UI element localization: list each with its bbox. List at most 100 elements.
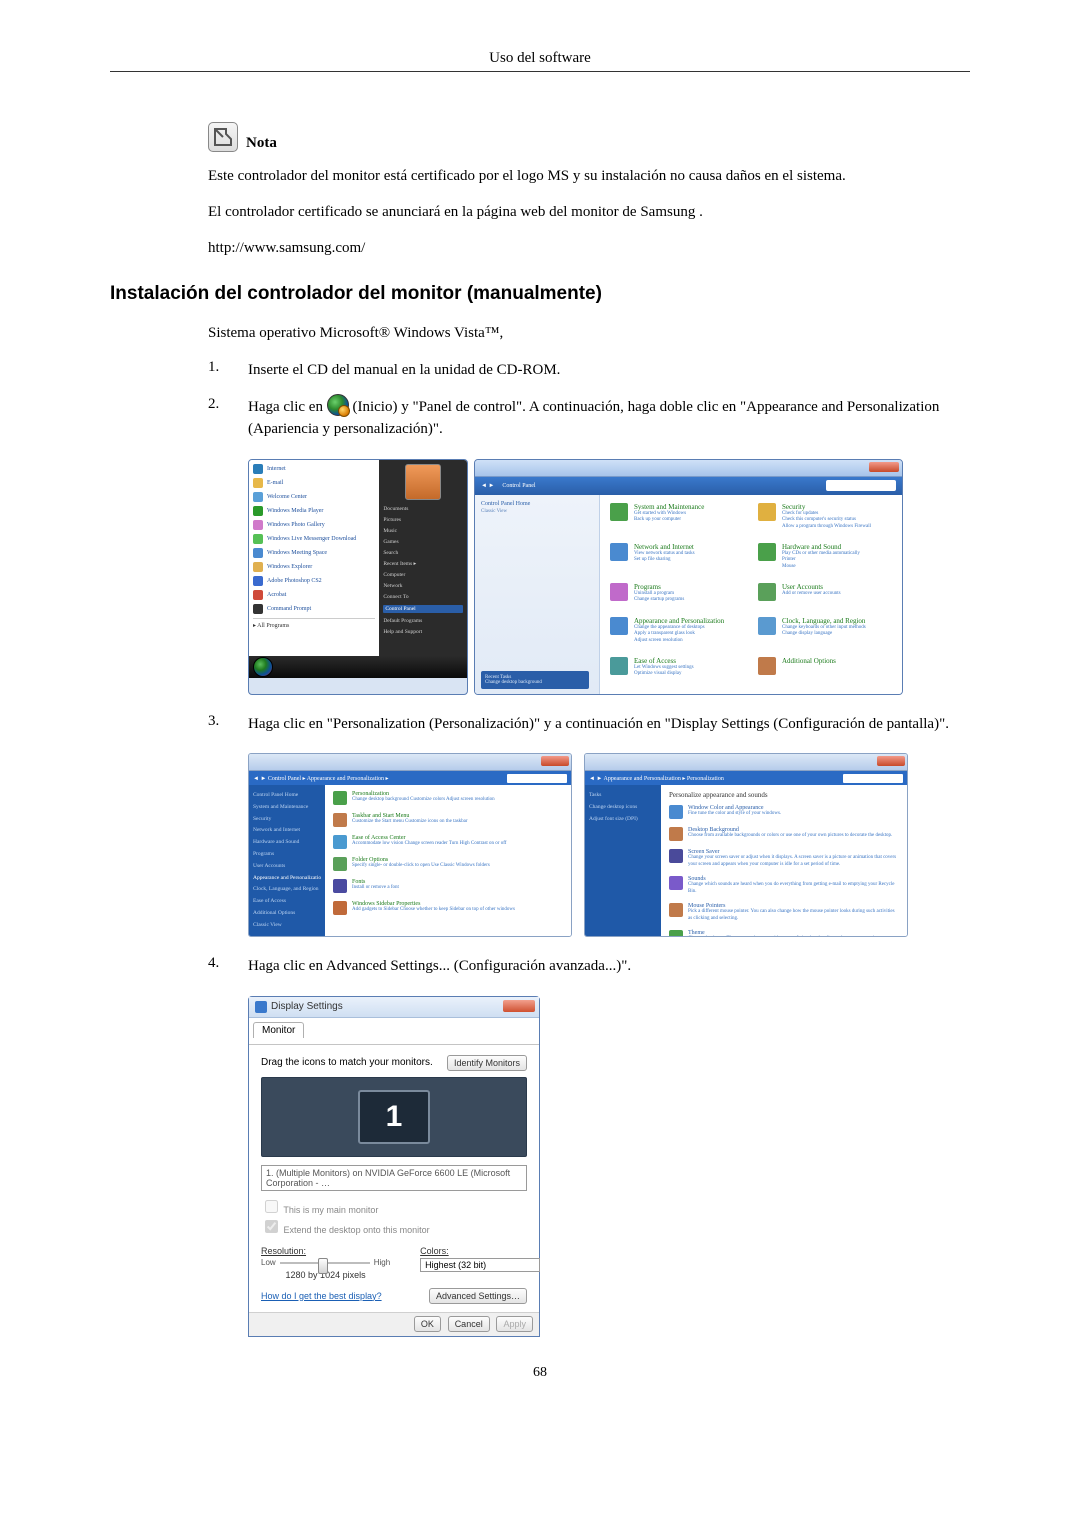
sidebar-item[interactable]: System and Maintenance — [253, 803, 321, 812]
personalization-item[interactable]: Desktop BackgroundChoose from available … — [669, 827, 899, 841]
search-input[interactable] — [826, 480, 896, 491]
colors-select[interactable]: Highest (32 bit) — [420, 1258, 540, 1272]
cancel-button[interactable]: Cancel — [448, 1316, 490, 1332]
control-panel-category[interactable]: Clock, Language, and RegionChange keyboa… — [758, 617, 892, 653]
appearance-items: PersonalizationChange desktop background… — [325, 785, 571, 937]
sidebar-item[interactable]: Appearance and Personalization — [253, 874, 321, 883]
start-menu-right-item[interactable]: Documents — [383, 506, 463, 512]
all-programs[interactable]: ▸ All Programs — [253, 618, 375, 629]
address-bar: ◄ ► Control Panel ▸ Appearance and Perso… — [249, 771, 571, 785]
start-menu-right-item[interactable]: Connect To — [383, 594, 463, 600]
start-menu-right-item[interactable]: Recent Items ▸ — [383, 561, 463, 567]
start-menu-item[interactable]: E-mail — [253, 478, 375, 488]
sidebar-item[interactable]: Clock, Language, and Region — [253, 885, 321, 894]
sidebar-item[interactable]: Security — [253, 815, 321, 824]
tab-strip: Monitor — [249, 1018, 539, 1045]
start-menu-item[interactable]: Welcome Center — [253, 492, 375, 502]
start-menu-item[interactable]: Command Prompt — [253, 604, 375, 614]
personalization-item[interactable]: Mouse PointersPick a different mouse poi… — [669, 903, 899, 922]
monitor-select[interactable]: 1. (Multiple Monitors) on NVIDIA GeForce… — [261, 1165, 527, 1191]
resolution-slider[interactable]: Low High — [261, 1258, 390, 1268]
sidebar-item[interactable]: Control Panel Home — [253, 791, 321, 800]
identify-monitors-button[interactable]: Identify Monitors — [447, 1055, 527, 1071]
control-panel-category[interactable]: SecurityCheck for updatesCheck this comp… — [758, 503, 892, 539]
app-icon — [253, 604, 263, 614]
sidebar-item[interactable]: Adjust font size (DPI) — [589, 815, 657, 824]
start-menu-right-item[interactable]: Search — [383, 550, 463, 556]
main-monitor-checkbox: This is my main monitor — [261, 1197, 527, 1218]
start-menu-item[interactable]: Acrobat — [253, 590, 375, 600]
start-menu-item[interactable]: Adobe Photoshop CS2 — [253, 576, 375, 586]
help-link[interactable]: How do I get the best display? — [261, 1291, 382, 1301]
control-panel-category[interactable]: ProgramsUninstall a programChange startu… — [610, 583, 744, 613]
control-panel-category[interactable]: Appearance and PersonalizationChange the… — [610, 617, 744, 653]
start-menu-item[interactable]: Windows Meeting Space — [253, 548, 375, 558]
control-panel-category[interactable]: System and MaintenanceGet started with W… — [610, 503, 744, 539]
step-3-text: Haga clic en "Personalization (Personali… — [248, 713, 970, 736]
sidebar-item[interactable]: Network and Internet — [253, 826, 321, 835]
tab-monitor[interactable]: Monitor — [253, 1022, 304, 1038]
page-header-title: Uso del software — [110, 50, 970, 67]
sidebar-item[interactable]: Classic View — [253, 921, 321, 930]
sidebar-item[interactable]: Programs — [253, 850, 321, 859]
appearance-item[interactable]: Windows Sidebar PropertiesAdd gadgets to… — [333, 901, 563, 915]
monitor-1-icon[interactable]: 1 — [358, 1090, 430, 1144]
personalization-item[interactable]: ThemeChange the theme. Themes can change… — [669, 930, 899, 937]
personalization-item[interactable]: Window Color and AppearanceFine tune the… — [669, 805, 899, 819]
start-menu-right-item[interactable]: Control Panel — [383, 605, 463, 613]
start-menu-item[interactable]: Windows Photo Gallery — [253, 520, 375, 530]
item-icon — [333, 857, 347, 871]
control-panel-category[interactable]: Additional Options — [758, 657, 892, 687]
appearance-item[interactable]: Ease of Access CenterAccommodate low vis… — [333, 835, 563, 849]
appearance-item[interactable]: Folder OptionsSpecify single- or double-… — [333, 857, 563, 871]
search-input[interactable] — [507, 774, 567, 783]
cp-home-link[interactable]: Control Panel Home — [481, 501, 593, 507]
sidebar-item[interactable]: Ease of Access — [253, 897, 321, 906]
app-icon — [253, 562, 263, 572]
sidebar-item[interactable]: Hardware and Sound — [253, 838, 321, 847]
step-4-number: 4. — [208, 955, 248, 972]
start-menu-right-item[interactable]: Games — [383, 539, 463, 545]
start-menu-right-item[interactable]: Music — [383, 528, 463, 534]
start-menu-item[interactable]: Windows Live Messenger Download — [253, 534, 375, 544]
personalization-item[interactable]: SoundsChange which sounds are heard when… — [669, 876, 899, 895]
personalization-item[interactable]: Screen SaverChange your screen saver or … — [669, 849, 899, 868]
control-panel-category[interactable]: Hardware and SoundPlay CDs or other medi… — [758, 543, 892, 579]
sidebar-item[interactable]: Change desktop icons — [589, 803, 657, 812]
start-menu-right-item[interactable]: Network — [383, 583, 463, 589]
category-icon — [610, 617, 628, 635]
start-menu-right-item[interactable]: Computer — [383, 572, 463, 578]
sidebar-item[interactable]: Tasks — [589, 791, 657, 800]
start-menu-right-item[interactable]: Help and Support — [383, 629, 463, 635]
search-input[interactable] — [843, 774, 903, 783]
sidebar-item[interactable]: User Accounts — [253, 862, 321, 871]
close-icon[interactable] — [869, 462, 899, 472]
close-icon[interactable] — [503, 1000, 535, 1012]
colors-label: Colors: — [420, 1246, 540, 1256]
advanced-settings-button[interactable]: Advanced Settings… — [429, 1288, 527, 1304]
start-menu-right-item[interactable]: Pictures — [383, 517, 463, 523]
close-icon[interactable] — [541, 756, 569, 766]
control-panel-window: ◄ ► Control Panel Control Panel Home Cla… — [474, 459, 903, 695]
apply-button: Apply — [496, 1316, 533, 1332]
ok-button[interactable]: OK — [414, 1316, 441, 1332]
control-panel-category[interactable]: Network and InternetView network status … — [610, 543, 744, 579]
step-2-text: Haga clic en (Inicio) y "Panel de contro… — [248, 396, 970, 441]
start-menu-right-item[interactable]: Default Programs — [383, 618, 463, 624]
step-1-number: 1. — [208, 359, 248, 376]
sidebar-item[interactable]: Additional Options — [253, 909, 321, 918]
appearance-item[interactable]: PersonalizationChange desktop background… — [333, 791, 563, 805]
monitor-layout-area[interactable]: 1 — [261, 1077, 527, 1157]
appearance-item[interactable]: FontsInstall or remove a font — [333, 879, 563, 893]
close-icon[interactable] — [877, 756, 905, 766]
control-panel-category[interactable]: Ease of AccessLet Windows suggest settin… — [610, 657, 744, 687]
start-menu-item[interactable]: Windows Explorer — [253, 562, 375, 572]
item-icon — [669, 805, 683, 819]
category-icon — [758, 617, 776, 635]
cp-classic-view[interactable]: Classic View — [481, 509, 593, 514]
start-menu-item[interactable]: Internet — [253, 464, 375, 474]
appearance-item[interactable]: Taskbar and Start MenuCustomize the Star… — [333, 813, 563, 827]
control-panel-category[interactable]: User AccountsAdd or remove user accounts — [758, 583, 892, 613]
step-1-text: Inserte el CD del manual en la unidad de… — [248, 359, 970, 382]
start-menu-item[interactable]: Windows Media Player — [253, 506, 375, 516]
